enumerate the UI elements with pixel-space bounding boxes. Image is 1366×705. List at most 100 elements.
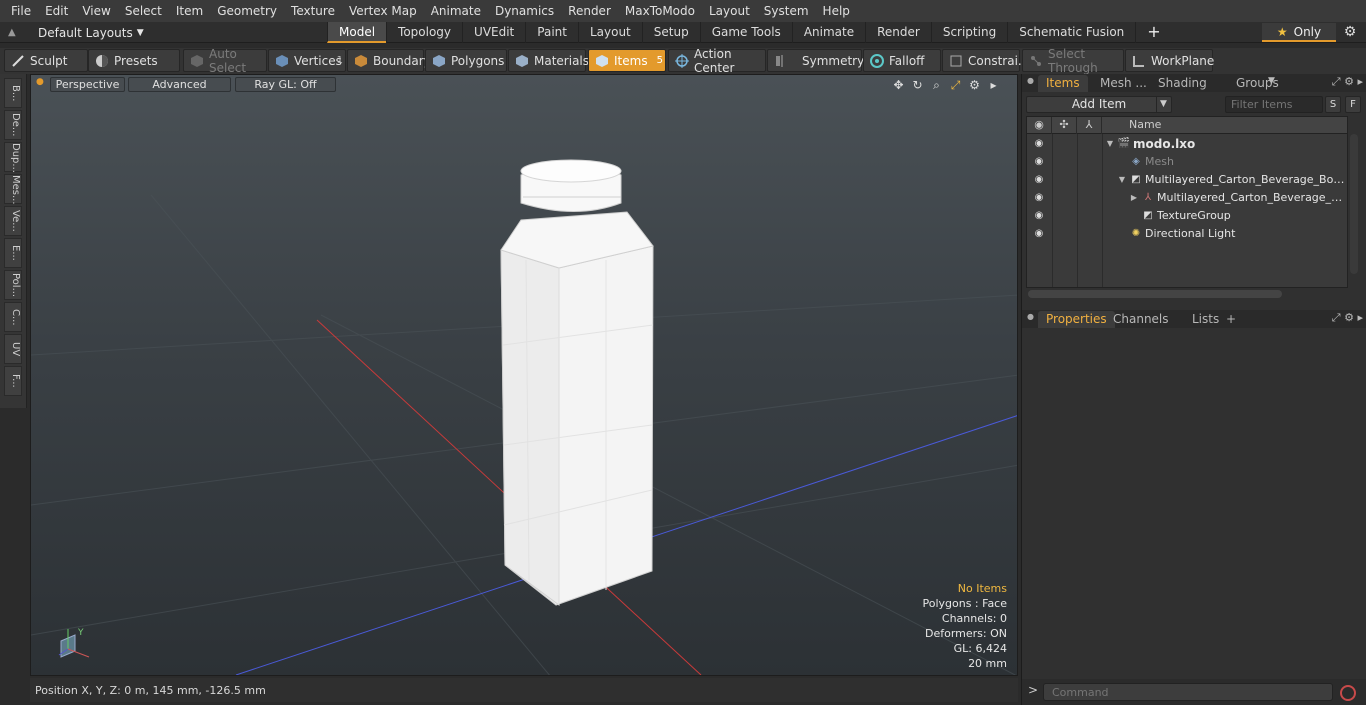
menu-edit[interactable]: Edit [38,0,75,22]
collapse-arrow-icon[interactable]: ▼ [1105,135,1115,153]
items-button[interactable]: Items 5 [588,49,666,72]
left-tab-9[interactable]: F... [4,366,22,396]
tab-mesh[interactable]: Mesh ... [1092,75,1155,92]
filter-items-input[interactable] [1225,96,1323,113]
symmetry-button[interactable]: Symmetry [767,49,864,72]
properties-menu-dot[interactable]: ● [1027,312,1034,321]
polygons-button[interactable]: Polygons [425,49,507,72]
left-tab-5[interactable]: E... [4,238,22,268]
move-view-icon[interactable]: ✥ [889,77,908,93]
carton-bottle-model[interactable] [500,159,654,606]
vertices-button[interactable]: Vertices 1 [268,49,346,72]
menu-system[interactable]: System [757,0,816,22]
tab-shading[interactable]: Shading [1150,75,1215,92]
panel-gear-icon[interactable]: ⚙ [1344,75,1354,88]
tab-items[interactable]: Items [1038,75,1088,92]
properties-more-icon[interactable]: ▸ [1357,311,1363,324]
tabs-dropdown-icon[interactable]: ▼ [1268,76,1275,86]
visibility-eye-icon[interactable]: ◉ [1032,137,1046,151]
left-tab-2[interactable]: Dup... [4,142,22,173]
menu-texture[interactable]: Texture [284,0,342,22]
tab-channels[interactable]: Channels [1105,311,1177,328]
gear-icon[interactable]: ⚙ [1340,23,1360,42]
fit-view-icon[interactable]: ⤢ [946,77,965,93]
left-tab-7[interactable]: C... [4,302,22,332]
left-tab-8[interactable]: UV [4,334,22,364]
add-item-button[interactable]: Add Item [1026,96,1172,113]
panel-more-icon[interactable]: ▸ [1357,75,1363,88]
viewport-scene[interactable]: Y [31,75,1018,676]
ray-gl-button[interactable]: Ray GL: Off [235,77,336,92]
add-item-dropdown-icon[interactable]: ▼ [1156,97,1170,112]
menu-view[interactable]: View [75,0,117,22]
viewport-menu-dot[interactable]: ● [36,77,44,87]
add-layout-tab-button[interactable]: + [1135,22,1161,43]
perspective-button[interactable]: Perspective [50,77,125,92]
layout-dropdown[interactable]: ▲ Default Layouts ▼ [8,22,144,43]
tab-paint[interactable]: Paint [525,22,578,43]
menu-item[interactable]: Item [169,0,210,22]
lock-column-icon[interactable]: ✣ [1052,117,1077,134]
tree-item-row[interactable]: ◉ ◩ TextureGroup [1027,207,1347,225]
left-tab-6[interactable]: Pol... [4,270,22,300]
visibility-eye-icon[interactable]: ◉ [1032,227,1046,241]
visibility-eye-icon[interactable]: ◉ [1032,155,1046,169]
tree-item-row[interactable]: ◉ ✺ Directional Light [1027,225,1347,243]
tree-item-row[interactable]: ◉ ▶ ⅄ Multilayered_Carton_Beverage_Bo ... [1027,189,1347,207]
tab-setup[interactable]: Setup [641,22,700,43]
menu-vertex-map[interactable]: Vertex Map [342,0,424,22]
menu-layout[interactable]: Layout [702,0,757,22]
tab-scripting[interactable]: Scripting [930,22,1007,43]
tab-layout[interactable]: Layout [577,22,642,43]
menu-select[interactable]: Select [118,0,169,22]
menu-dynamics[interactable]: Dynamics [488,0,561,22]
tree-item-row[interactable]: ◉ ▼ ◩ Multilayered_Carton_Beverage_Bottl ..… [1027,171,1347,189]
tree-item-row[interactable]: ◉ ▼ 🎬 modo.lxo [1027,135,1347,153]
tab-groups[interactable]: Groups [1228,75,1287,92]
collapse-arrow-icon[interactable]: ▼ [1117,171,1127,189]
menu-animate[interactable]: Animate [424,0,488,22]
left-tab-1[interactable]: De... [4,110,22,140]
auto-select-button[interactable]: Auto Select [183,47,267,75]
tab-render[interactable]: Render [865,22,931,43]
boundary-button[interactable]: Boundary [347,49,431,72]
tab-topology[interactable]: Topology [386,22,462,43]
action-center-button[interactable]: Action Center [668,47,766,75]
rotate-view-icon[interactable]: ↻ [908,77,927,93]
menu-help[interactable]: Help [816,0,857,22]
workplane-button[interactable]: WorkPlane [1125,49,1214,72]
command-input[interactable] [1043,683,1333,701]
expand-properties-icon[interactable]: ⤢ [1332,311,1341,324]
left-tab-3[interactable]: Mes... [4,174,22,205]
materials-button[interactable]: Materials [508,49,589,72]
add-tab-button[interactable]: + [1218,311,1244,328]
tab-properties[interactable]: Properties [1038,311,1115,328]
tab-game-tools[interactable]: Game Tools [699,22,792,43]
menu-geometry[interactable]: Geometry [210,0,284,22]
menu-render[interactable]: Render [561,0,618,22]
tree-vertical-scrollbar[interactable] [1350,134,1358,274]
falloff-button[interactable]: Falloff [863,49,941,72]
viewport-gear-icon[interactable]: ⚙ [965,77,984,93]
only-button[interactable]: ★ Only [1262,23,1336,42]
f-button[interactable]: F [1345,96,1361,113]
sculpt-button[interactable]: Sculpt [4,49,88,72]
visibility-eye-icon[interactable]: ◉ [1032,191,1046,205]
axis-column-icon[interactable]: ⅄ [1077,117,1102,134]
visibility-eye-icon[interactable]: ◉ [1032,209,1046,223]
presets-button[interactable]: Presets [88,49,180,72]
name-column-header[interactable]: Name [1102,117,1347,134]
tree-horizontal-scrollbar[interactable] [1028,290,1282,298]
tab-schematic-fusion[interactable]: Schematic Fusion [1007,22,1135,43]
record-icon[interactable] [1340,685,1356,701]
select-through-button[interactable]: Select Through [1022,47,1124,75]
s-button[interactable]: S [1325,96,1341,113]
expand-panel-icon[interactable]: ⤢ [1332,75,1341,88]
shading-button[interactable]: Advanced [128,77,231,92]
zoom-view-icon[interactable]: ⌕ [927,77,946,93]
left-tab-0[interactable]: B... [4,78,22,108]
tab-animate[interactable]: Animate [791,22,865,43]
tree-item-row[interactable]: ◉ ◈ Mesh [1027,153,1347,171]
tab-model[interactable]: Model [327,22,387,43]
expand-arrow-icon[interactable]: ▶ [1129,189,1139,207]
